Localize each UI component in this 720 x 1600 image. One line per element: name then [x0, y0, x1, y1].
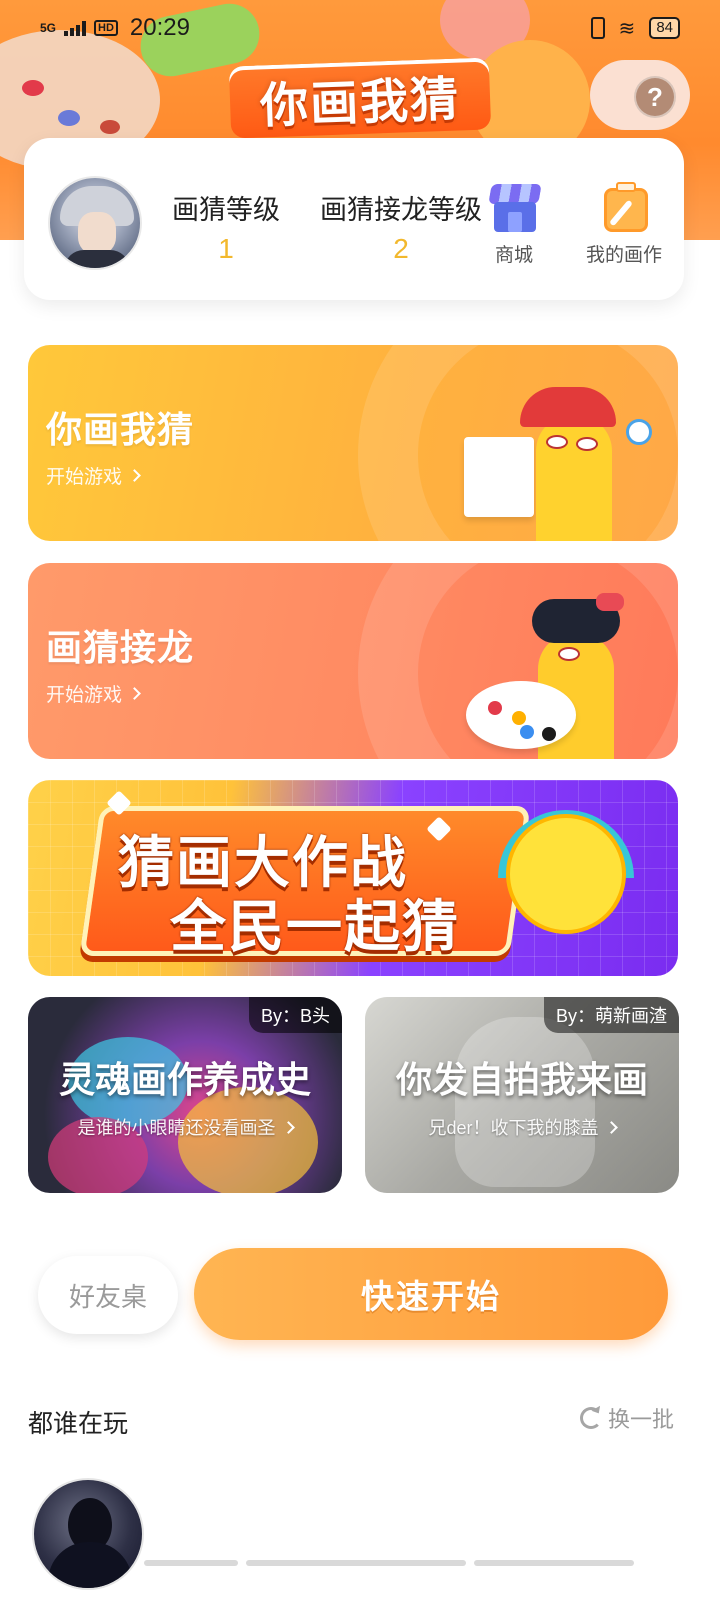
draw-guess-level: 画猜等级 1	[166, 188, 286, 265]
mode-title: 画猜接龙	[46, 627, 195, 668]
my-drawings-button[interactable]: 我的画作	[576, 182, 672, 267]
mascot-illustration	[536, 415, 612, 541]
level-label: 画猜接龙等级	[320, 195, 482, 225]
signal-icon	[64, 20, 87, 36]
avatar-shoulders	[48, 1542, 132, 1588]
mascot-illustration	[506, 814, 626, 934]
my-drawings-icon	[596, 182, 652, 234]
status-bar: 5G HD 20:29 ≋ 84	[0, 0, 720, 56]
friend-table-button[interactable]: 好友桌	[38, 1256, 178, 1334]
mode-card-draw-guess[interactable]: 你画我猜 开始游戏	[28, 345, 678, 541]
beret-illustration	[596, 593, 624, 611]
battery-icon: 84	[649, 17, 680, 39]
paint-dot	[58, 110, 80, 126]
refresh-icon	[580, 1407, 602, 1429]
author-badge: By：萌新画渣	[543, 997, 679, 1033]
art-card-subtitle-text: 兄der！收下我的膝盖	[428, 1118, 599, 1138]
hd-badge: HD	[94, 20, 118, 36]
shop-icon	[486, 182, 542, 234]
palette-illustration	[466, 681, 576, 749]
paint-dot	[100, 120, 120, 134]
shop-label: 商城	[494, 245, 533, 266]
shop-button[interactable]: 商城	[476, 182, 552, 267]
question-icon: ?	[647, 81, 663, 112]
chevron-right-icon	[281, 1120, 295, 1134]
player-avatar[interactable]	[32, 1478, 144, 1590]
art-card-selfie-drawing[interactable]: By：萌新画渣 你发自拍我来画 兄der！收下我的膝盖	[365, 997, 679, 1193]
mascot-eye	[558, 647, 580, 661]
mascot-eye	[546, 435, 568, 449]
profile-card: 画猜等级 1 画猜接龙等级 2 商城 我的画作	[24, 138, 684, 300]
chevron-right-icon	[128, 469, 141, 482]
section-title: 都谁在玩	[28, 1410, 129, 1438]
avatar-face	[78, 212, 116, 254]
refresh-button[interactable]: 换一批	[580, 1402, 674, 1434]
quick-start-button[interactable]: 快速开始	[194, 1248, 668, 1340]
art-card-subtitle-text: 是谁的小眼睛还没看画圣	[77, 1118, 276, 1138]
art-card-soul-drawing[interactable]: By：B头 灵魂画作养成史 是谁的小眼睛还没看画圣	[28, 997, 342, 1193]
wifi-icon: ≋	[618, 17, 636, 40]
paint-dot	[22, 80, 44, 96]
level-value: 1	[218, 233, 234, 264]
my-drawings-label: 我的画作	[585, 245, 662, 266]
status-time: 20:29	[129, 14, 190, 41]
game-title: 你画我猜	[228, 57, 492, 139]
mode-title: 你画我猜	[46, 409, 195, 450]
canvas-illustration	[464, 437, 534, 517]
vibrate-icon	[590, 17, 605, 39]
mascot-eye	[576, 437, 598, 451]
chevron-right-icon	[128, 687, 141, 700]
help-button[interactable]: ?	[634, 76, 676, 118]
room-divider	[144, 1560, 634, 1566]
art-card-subtitle: 兄der！收下我的膝盖	[365, 1114, 679, 1140]
relay-level: 画猜接龙等级 2	[316, 188, 486, 265]
art-card-title: 你发自拍我来画	[395, 1059, 648, 1100]
art-card-subtitle: 是谁的小眼睛还没看画圣	[28, 1114, 342, 1140]
start-game-label: 开始游戏	[46, 685, 123, 706]
red-cap-illustration	[520, 387, 616, 427]
avatar-body	[64, 250, 130, 268]
refresh-label: 换一批	[608, 1407, 675, 1432]
start-game-label: 开始游戏	[46, 467, 123, 488]
level-value: 2	[393, 233, 409, 264]
mode-card-relay[interactable]: 画猜接龙 开始游戏	[28, 563, 678, 759]
art-card-title: 灵魂画作养成史	[58, 1059, 311, 1100]
promo-banner[interactable]: 猜画大作战 全民一起猜	[28, 780, 678, 976]
brush-tip-illustration	[626, 419, 652, 445]
level-label: 画猜等级	[172, 195, 280, 225]
author-badge: By：B头	[248, 997, 342, 1033]
battery-level: 84	[656, 19, 673, 36]
network-label: 5G	[40, 21, 57, 35]
chevron-right-icon	[604, 1120, 618, 1134]
start-game-link[interactable]: 开始游戏	[46, 462, 141, 489]
promo-subheadline: 全民一起猜	[170, 895, 460, 958]
avatar[interactable]	[48, 176, 142, 270]
start-game-link[interactable]: 开始游戏	[46, 680, 141, 707]
